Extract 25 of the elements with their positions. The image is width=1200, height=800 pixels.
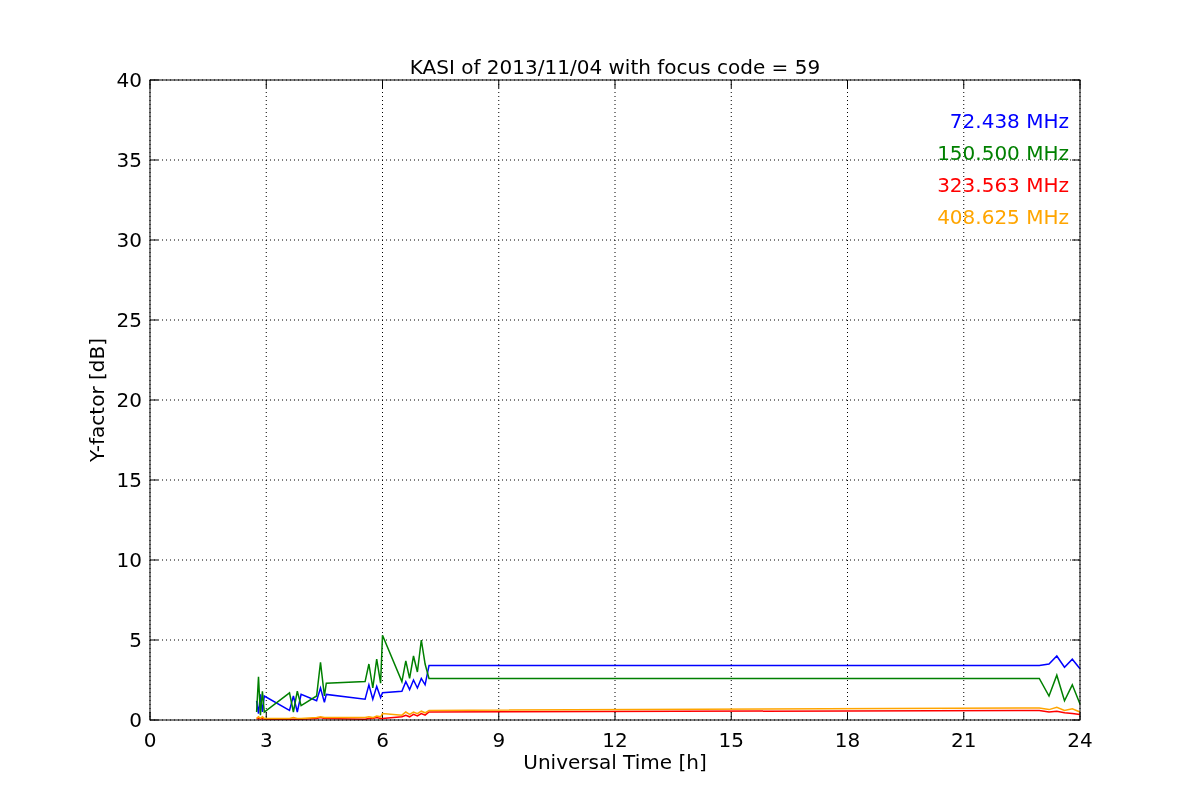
tick-label: 15 <box>718 728 744 752</box>
tick-label: 18 <box>834 728 861 752</box>
chart-title: KASI of 2013/11/04 with focus code = 59 <box>409 55 821 79</box>
x-axis-label: Universal Time [h] <box>523 750 707 774</box>
legend-label: 72.438 MHz <box>949 109 1069 133</box>
tick-label: 9 <box>492 728 506 752</box>
tick-label: 25 <box>116 308 142 332</box>
tick-label: 12 <box>602 728 628 752</box>
tick-label: 24 <box>1067 728 1093 752</box>
tick-label: 6 <box>376 728 389 752</box>
legend-label: 323.563 MHz <box>937 173 1069 197</box>
tick-label: 21 <box>951 728 977 752</box>
tick-label: 3 <box>259 728 273 752</box>
legend-label: 408.625 MHz <box>937 205 1069 229</box>
tick-label: 35 <box>116 148 142 172</box>
legend-label: 150.500 MHz <box>937 141 1069 165</box>
tick-label: 0 <box>129 708 142 732</box>
tick-label: 15 <box>116 468 142 492</box>
tick-label: 40 <box>116 68 142 92</box>
tick-label: 0 <box>143 728 157 752</box>
tick-label: 20 <box>116 388 142 412</box>
tick-label: 10 <box>116 548 142 572</box>
y-axis-label: Y-factor [dB] <box>85 338 109 462</box>
tick-label: 5 <box>129 628 142 652</box>
tick-label: 30 <box>116 228 142 252</box>
